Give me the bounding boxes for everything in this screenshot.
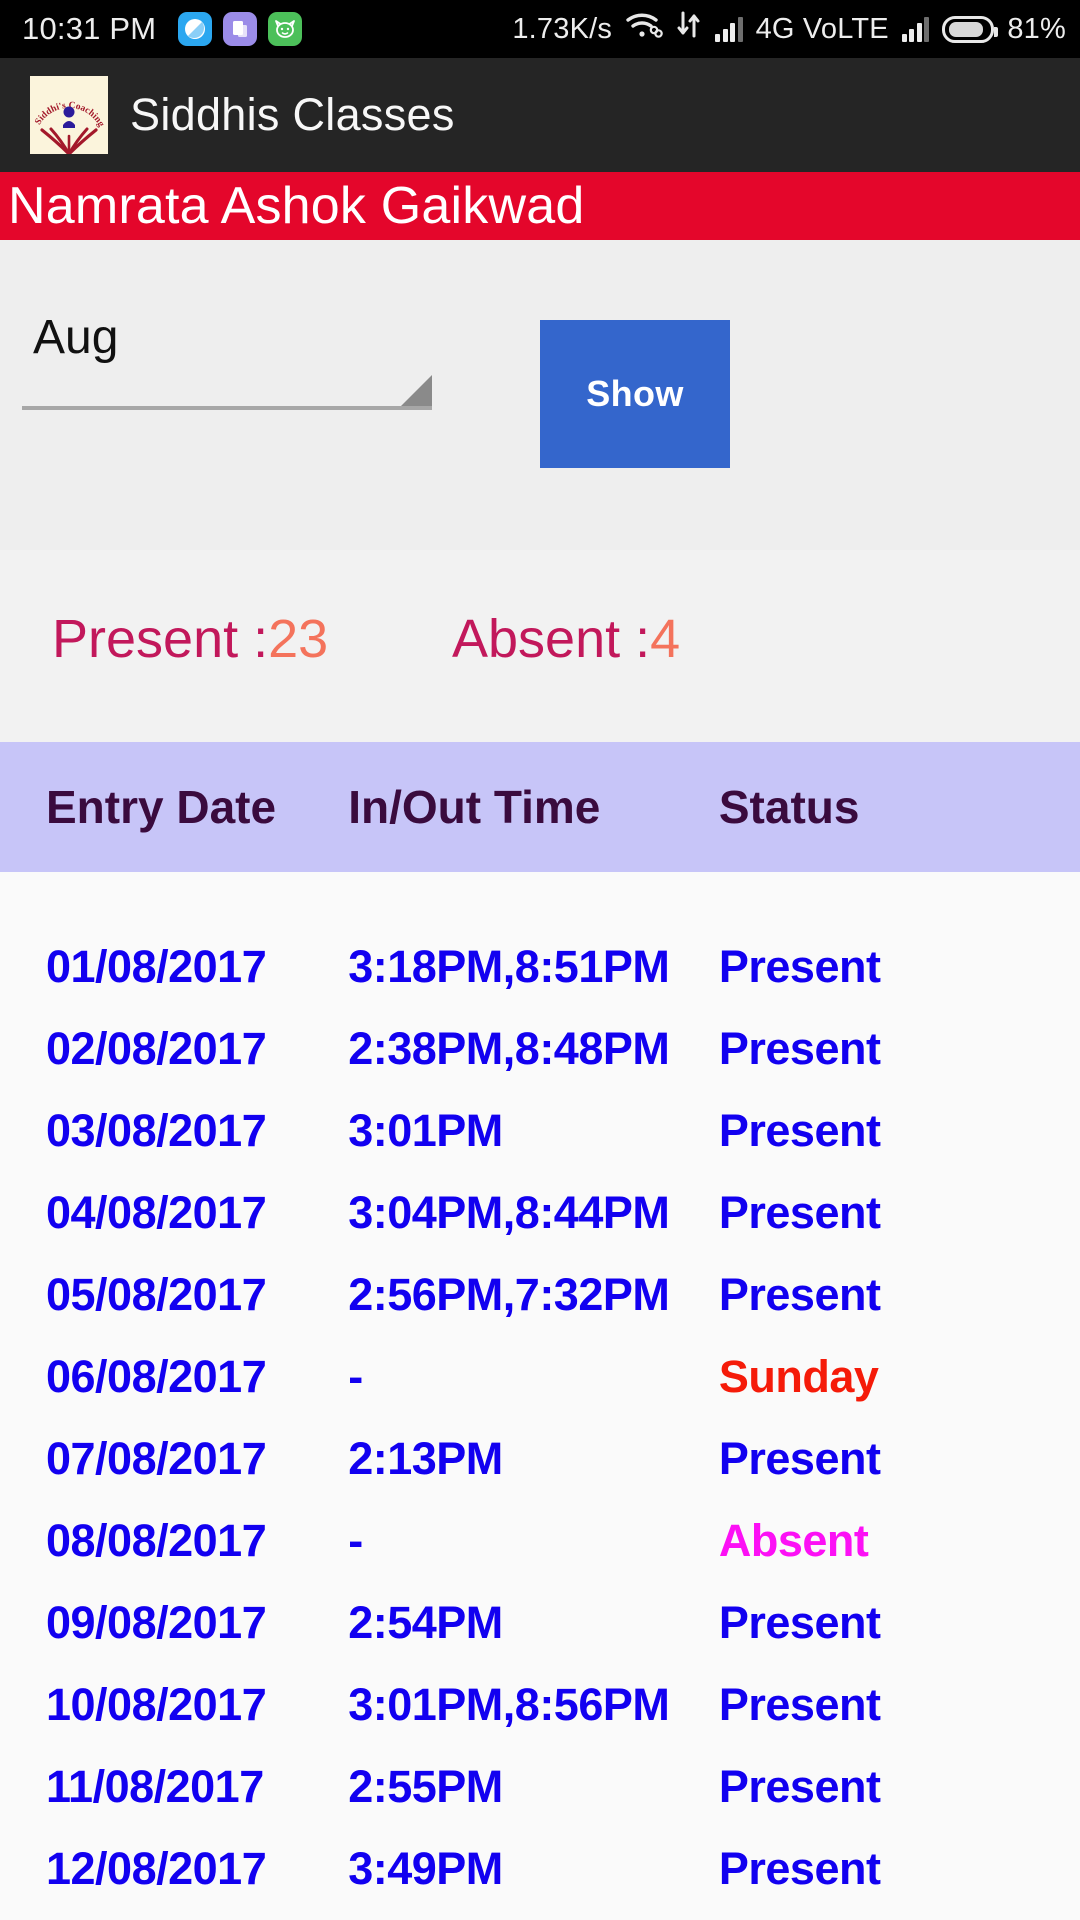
status-clock: 10:31 PM xyxy=(22,11,157,46)
cell-status: Present xyxy=(718,1761,881,1812)
present-count-group: Present :23 xyxy=(52,608,328,670)
cell-status: Sunday xyxy=(718,1351,879,1402)
cell-status: Present xyxy=(718,1187,881,1238)
present-label: Present : xyxy=(52,609,269,669)
absent-count: 4 xyxy=(650,609,681,669)
cell-status: Present xyxy=(718,1269,881,1320)
cell-status: Present xyxy=(718,941,881,992)
show-button[interactable]: Show xyxy=(540,320,730,468)
app-bar: Siddhi's Coaching Classes Siddhis Classe… xyxy=(0,58,1080,172)
student-name-banner: Namrata Ashok Gaikwad xyxy=(0,172,1080,240)
table-row[interactable]: 11/08/2017 2:55PM Present xyxy=(0,1746,1080,1828)
cell-in-out-time: 2:56PM,7:32PM xyxy=(348,1269,670,1320)
cell-in-out-time: 3:04PM,8:44PM xyxy=(348,1187,670,1238)
battery-icon xyxy=(942,15,999,43)
signal-bars-icon xyxy=(715,16,743,42)
column-header-in-out-time: In/Out Time xyxy=(348,781,601,833)
cell-entry-date: 11/08/2017 xyxy=(46,1761,264,1812)
table-row[interactable]: 01/08/2017 3:18PM,8:51PM Present xyxy=(0,926,1080,1008)
cell-status: Present xyxy=(718,1023,881,1074)
cell-status: Present xyxy=(718,1433,881,1484)
table-row[interactable]: 08/08/2017 - Absent xyxy=(0,1500,1080,1582)
cell-status: Present xyxy=(718,1105,881,1156)
cell-entry-date: 10/08/2017 xyxy=(46,1679,267,1730)
attendance-summary: Present :23 Absent :4 xyxy=(0,608,1080,718)
svg-text:Siddhi's Coaching Classes: Siddhi's Coaching Classes xyxy=(30,76,106,129)
absent-label: Absent : xyxy=(452,609,651,669)
table-row[interactable]: 05/08/2017 2:56PM,7:32PM Present xyxy=(0,1254,1080,1336)
column-header-entry-date: Entry Date xyxy=(46,781,277,833)
network-speed-label: 1.73K/s xyxy=(512,12,613,45)
cell-entry-date: 09/08/2017 xyxy=(46,1597,267,1648)
wifi-icon xyxy=(625,11,663,47)
signal-bars-2-icon xyxy=(901,16,930,42)
table-body: 01/08/2017 3:18PM,8:51PM Present 02/08/2017… xyxy=(0,872,1080,1910)
spinner-underline xyxy=(22,406,432,410)
table-row[interactable]: 09/08/2017 2:54PM Present xyxy=(0,1582,1080,1664)
cell-in-out-time: 3:49PM xyxy=(348,1843,503,1894)
messenger-icon xyxy=(178,12,213,46)
filter-section: Aug Show xyxy=(0,240,1080,550)
cell-in-out-time: 3:18PM,8:51PM xyxy=(348,941,670,992)
attendance-table[interactable]: Entry Date In/Out Time Status 01/08/2017… xyxy=(0,742,1080,1920)
app-title: Siddhis Classes xyxy=(130,89,455,140)
table-row[interactable]: 02/08/2017 2:38PM,8:48PM Present xyxy=(0,1008,1080,1090)
month-spinner-value: Aug xyxy=(33,311,119,364)
network-type-label: 4G VoLTE xyxy=(755,12,889,45)
cell-entry-date: 05/08/2017 xyxy=(46,1269,267,1320)
data-transfer-icon xyxy=(676,11,702,47)
month-spinner[interactable]: Aug xyxy=(12,292,432,410)
status-indicators: 1.73K/s 4G VoLTE 81% xyxy=(512,11,1066,47)
files-icon xyxy=(223,12,258,46)
notification-icons xyxy=(178,12,303,46)
cell-in-out-time: 3:01PM xyxy=(348,1105,503,1156)
cell-in-out-time: - xyxy=(348,1515,363,1566)
table-header-row: Entry Date In/Out Time Status xyxy=(0,742,1080,872)
present-count: 23 xyxy=(268,609,329,669)
cell-in-out-time: 2:55PM xyxy=(348,1761,503,1812)
cell-entry-date: 01/08/2017 xyxy=(46,941,267,992)
cell-entry-date: 07/08/2017 xyxy=(46,1433,267,1484)
cell-status: Present xyxy=(718,1597,881,1648)
student-name: Namrata Ashok Gaikwad xyxy=(8,177,585,235)
chevron-down-icon xyxy=(401,375,432,406)
table-row[interactable]: 03/08/2017 3:01PM Present xyxy=(0,1090,1080,1172)
cell-status: Present xyxy=(718,1679,881,1730)
cell-entry-date: 02/08/2017 xyxy=(46,1023,267,1074)
absent-count-group: Absent :4 xyxy=(452,608,680,670)
cell-in-out-time: 2:38PM,8:48PM xyxy=(348,1023,670,1074)
cell-in-out-time: 3:01PM,8:56PM xyxy=(348,1679,670,1730)
status-bar: 10:31 PM 1.73K/s 4G VoLTE 81% xyxy=(0,0,1080,58)
whatsapp-icon xyxy=(268,12,303,46)
cell-entry-date: 12/08/2017 xyxy=(46,1843,267,1894)
cell-in-out-time: 2:13PM xyxy=(348,1433,503,1484)
cell-entry-date: 06/08/2017 xyxy=(46,1351,267,1402)
cell-in-out-time: - xyxy=(348,1351,363,1402)
column-header-status: Status xyxy=(718,781,860,833)
cell-in-out-time: 2:54PM xyxy=(348,1597,503,1648)
app-logo-icon: Siddhi's Coaching Classes xyxy=(30,76,108,154)
battery-percent-label: 81% xyxy=(1007,12,1066,45)
table-row[interactable]: 06/08/2017 - Sunday xyxy=(0,1336,1080,1418)
cell-entry-date: 03/08/2017 xyxy=(46,1105,267,1156)
cell-status: Present xyxy=(718,1843,881,1894)
table-row[interactable]: 10/08/2017 3:01PM,8:56PM Present xyxy=(0,1664,1080,1746)
app-screen: 10:31 PM 1.73K/s 4G VoLTE 81% Siddhi's C… xyxy=(0,0,1080,1920)
table-row[interactable]: 07/08/2017 2:13PM Present xyxy=(0,1418,1080,1500)
cell-entry-date: 08/08/2017 xyxy=(46,1515,267,1566)
cell-status: Absent xyxy=(718,1515,869,1566)
table-row[interactable]: 12/08/2017 3:49PM Present xyxy=(0,1828,1080,1910)
table-row[interactable]: 04/08/2017 3:04PM,8:44PM Present xyxy=(0,1172,1080,1254)
cell-entry-date: 04/08/2017 xyxy=(46,1187,267,1238)
